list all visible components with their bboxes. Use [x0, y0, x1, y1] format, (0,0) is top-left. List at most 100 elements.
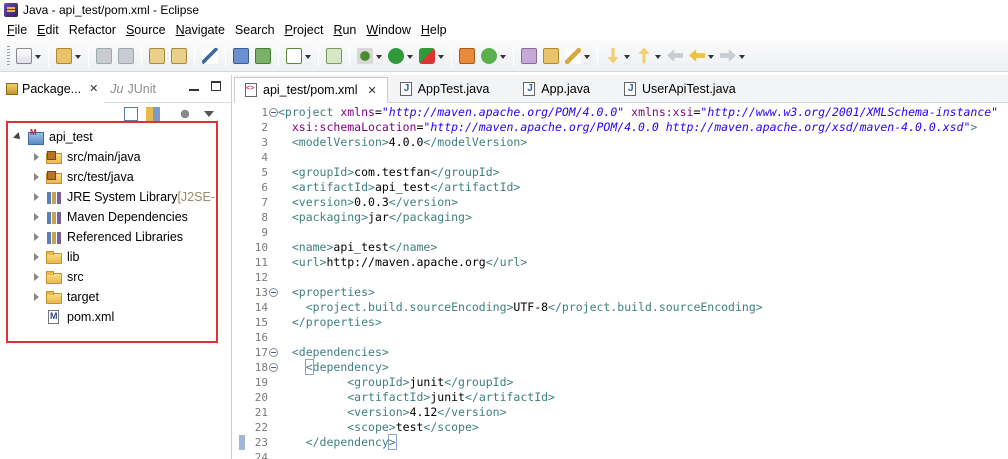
tree-item-label: Maven Dependencies — [67, 210, 188, 224]
menu-label: un — [342, 23, 357, 37]
editor-tab-api-test-pom-xml[interactable]: api_test/pom.xml ✕ — [234, 77, 388, 103]
fold-toggle-icon[interactable] — [269, 348, 278, 357]
debug-icon[interactable] — [357, 47, 373, 64]
properties-icon[interactable] — [171, 47, 187, 64]
open-perspective-icon[interactable] — [521, 47, 537, 64]
menu-search[interactable]: Search — [230, 20, 280, 40]
last-edit-icon[interactable] — [667, 49, 683, 62]
save-icon[interactable] — [96, 47, 112, 64]
tab-package-explorer[interactable]: Package... ✕ — [0, 74, 105, 103]
menu-source[interactable]: Source — [121, 20, 171, 40]
expanded-twisty-icon[interactable] — [14, 132, 24, 142]
checkbox-dropdown-icon[interactable] — [305, 48, 312, 64]
collapsed-twisty-icon[interactable] — [32, 152, 42, 162]
next-annotation-icon[interactable] — [607, 47, 619, 64]
forward-icon[interactable] — [720, 49, 736, 62]
debug-dropdown-icon[interactable] — [376, 48, 383, 64]
minimize-icon[interactable] — [189, 89, 199, 91]
menu-label: Search — [234, 23, 275, 37]
line-number: 2 — [261, 121, 268, 134]
tree-item-pom-xml[interactable]: pom.xml — [32, 307, 114, 327]
previous-annotation-dropdown-icon[interactable] — [655, 48, 662, 64]
maximize-icon[interactable] — [211, 81, 221, 91]
focus-icon[interactable] — [178, 107, 192, 121]
editor-tab-apptest-java[interactable]: AppTest.java — [390, 76, 500, 102]
new-class-dropdown-icon[interactable] — [500, 48, 507, 64]
fold-toggle-icon[interactable] — [269, 288, 278, 297]
menu-file[interactable]: File — [2, 20, 32, 40]
fold-toggle-icon[interactable] — [269, 108, 278, 117]
save-all-icon[interactable] — [118, 47, 134, 64]
collapsed-twisty-icon[interactable] — [32, 212, 42, 222]
menu-edit[interactable]: Edit — [32, 20, 64, 40]
open-dropdown-icon[interactable] — [75, 48, 82, 64]
tree-item-src-test-java[interactable]: src/test/java — [32, 167, 134, 187]
collapse-all-icon[interactable] — [124, 107, 138, 121]
checkbox-icon[interactable] — [286, 47, 302, 64]
collapsed-twisty-icon[interactable] — [32, 232, 42, 242]
run-external-icon[interactable] — [419, 47, 435, 64]
code-line: 2 xsi:schemaLocation="http://maven.apach… — [234, 120, 1008, 135]
project-icon — [28, 128, 44, 145]
close-icon[interactable]: ✕ — [367, 84, 376, 97]
tree-item-lib[interactable]: lib — [32, 247, 80, 267]
tree-item-maven-dependencies[interactable]: Maven Dependencies — [32, 207, 188, 227]
close-icon[interactable]: ✕ — [89, 82, 98, 95]
edit-icon[interactable] — [202, 47, 218, 64]
toolbar-grip[interactable] — [7, 45, 10, 66]
tree-item-target[interactable]: target — [32, 287, 99, 307]
collapsed-twisty-icon[interactable] — [32, 252, 42, 262]
editor-tab-userapitest-java[interactable]: UserApiTest.java — [614, 76, 746, 102]
run-external-dropdown-icon[interactable] — [438, 48, 445, 64]
menu-navigate[interactable]: Navigate — [171, 20, 230, 40]
toolbar-separator — [225, 45, 226, 66]
search-icon[interactable] — [565, 47, 581, 64]
tree-item-src[interactable]: src — [32, 267, 84, 287]
menu-refactor[interactable]: Refactor — [64, 20, 121, 40]
line-number: 18 — [254, 361, 268, 374]
back-icon[interactable] — [689, 49, 705, 62]
menu-project[interactable]: Project — [280, 20, 329, 40]
code-token: </artifactId> — [430, 180, 521, 194]
collapsed-twisty-icon[interactable] — [32, 272, 42, 282]
menu-run[interactable]: Run — [328, 20, 361, 40]
code-token: <project — [278, 105, 341, 119]
collapsed-twisty-icon[interactable] — [32, 172, 42, 182]
search-dropdown-icon[interactable] — [584, 48, 591, 64]
open-folder-icon[interactable] — [543, 47, 559, 64]
editor-tab-app-java[interactable]: App.java — [513, 76, 600, 102]
tree-item-src-main-java[interactable]: src/main/java — [32, 147, 141, 167]
new-class-icon[interactable] — [481, 47, 497, 64]
fold-toggle-icon[interactable] — [269, 363, 278, 372]
menu-help[interactable]: Help — [416, 20, 452, 40]
task-icon[interactable] — [326, 47, 342, 64]
new-dropdown-icon[interactable] — [35, 48, 42, 64]
code-line: 8 <packaging>jar</packaging> — [234, 210, 1008, 225]
tree-item-referenced-libraries[interactable]: Referenced Libraries — [32, 227, 183, 247]
run-icon[interactable] — [388, 47, 404, 64]
code-token: UTF-8 — [513, 300, 549, 314]
print-icon[interactable] — [149, 47, 165, 64]
tab-junit[interactable]: Ju JUnit — [104, 75, 162, 103]
link-with-editor-icon[interactable] — [146, 107, 160, 121]
open-type-icon[interactable] — [56, 47, 72, 64]
run-dropdown-icon[interactable] — [407, 48, 414, 64]
forward-dropdown-icon[interactable] — [739, 48, 746, 64]
tree-item-jre-system-library[interactable]: JRE System Library [J2SE-1.5 — [32, 187, 216, 207]
tree-item-label: target — [67, 290, 99, 304]
previous-annotation-icon[interactable] — [638, 47, 650, 64]
tree-item-api-test[interactable]: api_test — [14, 127, 93, 147]
view-menu-icon[interactable] — [204, 111, 214, 117]
collapsed-twisty-icon[interactable] — [32, 192, 42, 202]
code-token: <groupId> — [347, 375, 410, 389]
download-icon[interactable] — [233, 47, 249, 64]
menu-window[interactable]: Window — [361, 20, 415, 40]
build-icon[interactable] — [255, 47, 271, 64]
next-annotation-dropdown-icon[interactable] — [624, 48, 631, 64]
back-dropdown-icon[interactable] — [708, 48, 715, 64]
new-package-icon[interactable] — [459, 47, 475, 64]
code-editor[interactable]: 1 <project xmlns="http://maven.apache.org… — [234, 105, 1008, 459]
new-icon[interactable] — [16, 47, 32, 64]
collapsed-twisty-icon[interactable] — [32, 292, 42, 302]
